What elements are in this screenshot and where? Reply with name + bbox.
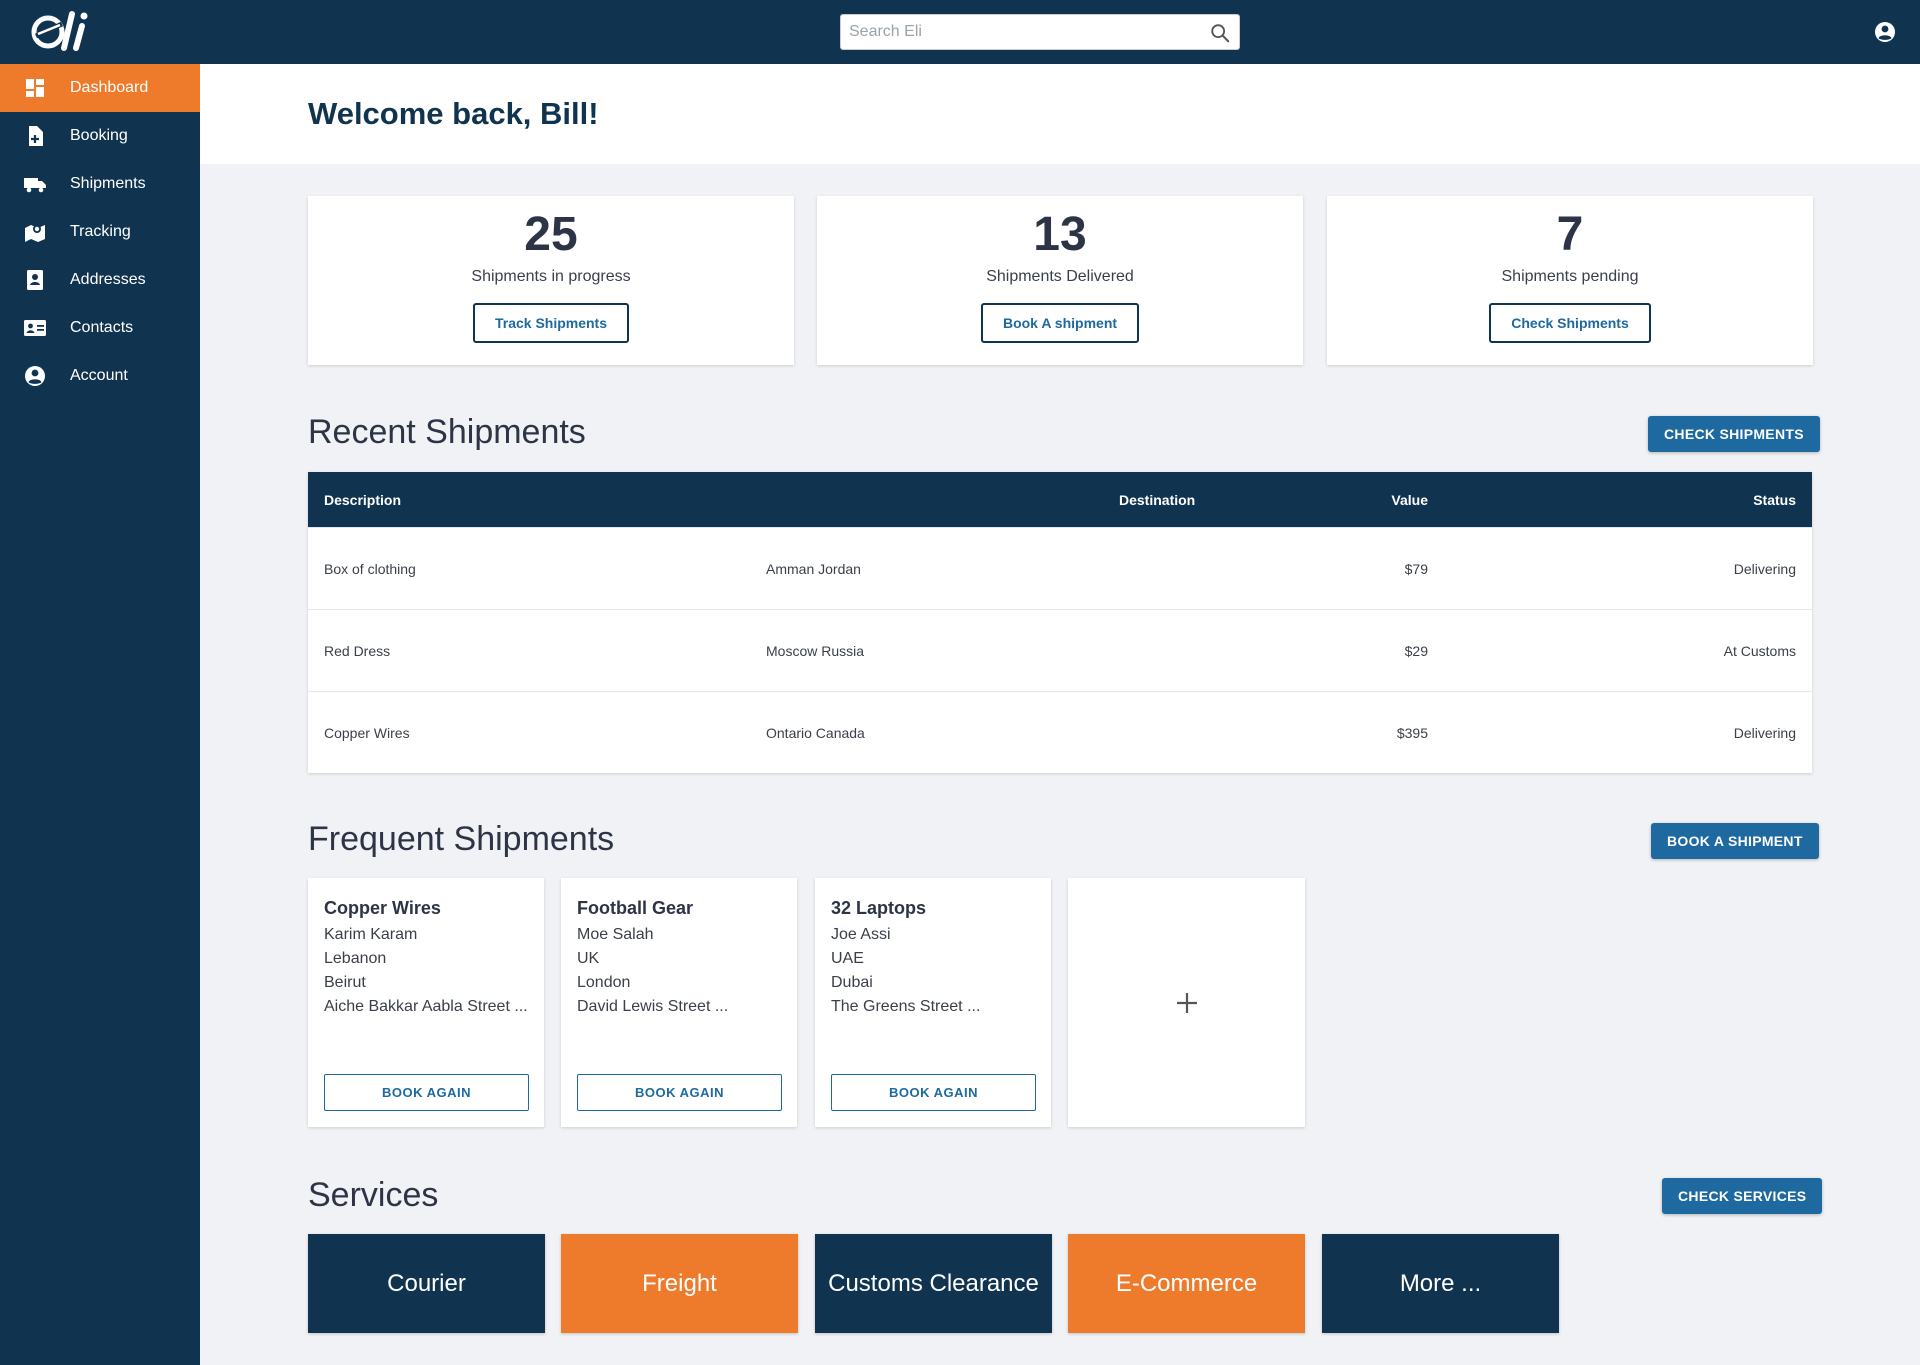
sidebar-item-shipments[interactable]: Shipments xyxy=(0,160,200,208)
column-header-value[interactable]: Value xyxy=(1391,492,1428,508)
frequent-shipment-card: 32 Laptops Joe Assi UAE Dubai The Greens… xyxy=(815,878,1051,1127)
recipient-country: UK xyxy=(577,950,600,967)
stat-number: 25 xyxy=(524,208,578,261)
frequent-shipment-card: Copper Wires Karim Karam Lebanon Beirut … xyxy=(308,878,544,1127)
recipient-name: Karim Karam xyxy=(324,926,418,943)
recipient-street: David Lewis Street ... xyxy=(577,998,729,1015)
sidebar-item-label: Contacts xyxy=(70,319,134,336)
stat-card-pending: 7 Shipments pending Check Shipments xyxy=(1327,196,1813,365)
recipient-city: Beirut xyxy=(324,974,366,991)
recipient-country: Lebanon xyxy=(324,950,387,967)
table-row[interactable]: Red Dress Moscow Russia $29 At Customs xyxy=(308,609,1812,691)
add-document-icon xyxy=(0,124,70,148)
cell-description: Copper Wires xyxy=(324,724,410,741)
recent-shipments-table: Description Destination Value Status Box… xyxy=(308,472,1812,773)
page-title: Welcome back, Bill! xyxy=(308,96,599,131)
table-row[interactable]: Box of clothing Amman Jordan $79 Deliver… xyxy=(308,527,1812,609)
truck-icon xyxy=(0,172,70,196)
cell-destination: Amman Jordan xyxy=(766,560,861,577)
book-again-button[interactable]: BOOK AGAIN xyxy=(831,1074,1036,1111)
cell-description: Red Dress xyxy=(324,642,391,659)
search-input[interactable] xyxy=(841,15,1191,49)
recipient-street: The Greens Street ... xyxy=(831,998,981,1015)
sidebar-item-label: Shipments xyxy=(70,175,146,192)
sidebar-item-addresses[interactable]: Addresses xyxy=(0,256,200,304)
book-shipment-button[interactable]: Book A shipment xyxy=(980,303,1140,344)
sidebar-item-label: Booking xyxy=(70,127,128,144)
sidebar-item-label: Dashboard xyxy=(70,79,149,96)
frequent-shipments-title: Frequent Shipments xyxy=(308,820,615,858)
sidebar-item-dashboard[interactable]: Dashboard xyxy=(0,64,200,112)
contact-card-icon xyxy=(0,316,70,340)
account-circle-icon xyxy=(0,364,70,388)
column-header-destination[interactable]: Destination xyxy=(1119,492,1195,508)
cell-value: $29 xyxy=(1404,642,1428,659)
check-services-button[interactable]: CHECK SERVICES xyxy=(1662,1178,1823,1214)
recipient-country: UAE xyxy=(831,950,864,967)
cell-description: Box of clothing xyxy=(324,560,416,577)
recipient-city: Dubai xyxy=(831,974,873,991)
sidebar-item-contacts[interactable]: Contacts xyxy=(0,304,200,352)
book-again-button[interactable]: BOOK AGAIN xyxy=(324,1074,529,1111)
stat-number: 13 xyxy=(1033,208,1087,261)
cell-destination: Moscow Russia xyxy=(766,642,865,659)
address-book-icon xyxy=(0,268,70,292)
cell-status: At Customs xyxy=(1723,642,1796,659)
book-again-button[interactable]: BOOK AGAIN xyxy=(577,1074,782,1111)
table-header: Description Destination Value Status xyxy=(308,472,1812,527)
recipient-street: Aiche Bakkar Aabla Street ... xyxy=(324,998,528,1015)
card-title: 32 Laptops xyxy=(831,898,927,918)
service-tile-customs-clearance[interactable]: Customs Clearance xyxy=(815,1234,1052,1333)
account-circle-icon[interactable] xyxy=(1873,20,1897,44)
sidebar-item-account[interactable]: Account xyxy=(0,352,200,400)
search-icon[interactable] xyxy=(1209,22,1231,44)
sidebar-item-booking[interactable]: Booking xyxy=(0,112,200,160)
check-shipments-header-button[interactable]: CHECK SHIPMENTS xyxy=(1648,416,1820,452)
service-tile-freight[interactable]: Freight xyxy=(561,1234,798,1333)
cell-destination: Ontario Canada xyxy=(766,724,865,741)
stat-card-in-progress: 25 Shipments in progress Track Shipments xyxy=(308,196,794,365)
cell-value: $79 xyxy=(1404,560,1428,577)
top-bar xyxy=(0,0,1920,64)
cell-status: Delivering xyxy=(1733,724,1796,741)
add-frequent-shipment-card[interactable] xyxy=(1068,878,1305,1127)
stat-number: 7 xyxy=(1556,208,1584,261)
stat-label: Shipments Delivered xyxy=(986,268,1134,286)
cell-status: Delivering xyxy=(1733,560,1796,577)
sidebar-item-label: Account xyxy=(70,367,128,384)
check-shipments-button[interactable]: Check Shipments xyxy=(1489,303,1651,344)
book-a-shipment-button[interactable]: BOOK A SHIPMENT xyxy=(1651,823,1819,859)
recent-shipments-title: Recent Shipments xyxy=(308,413,586,451)
table-row[interactable]: Copper Wires Ontario Canada $395 Deliver… xyxy=(308,691,1812,773)
eli-logo[interactable] xyxy=(30,6,120,56)
map-pin-icon xyxy=(0,220,70,244)
dashboard-icon xyxy=(0,76,70,100)
column-header-status[interactable]: Status xyxy=(1753,492,1796,508)
search-box xyxy=(840,14,1240,50)
sidebar-item-label: Tracking xyxy=(70,223,131,240)
stat-label: Shipments pending xyxy=(1501,268,1639,286)
cell-value: $395 xyxy=(1396,724,1428,741)
column-header-description[interactable]: Description xyxy=(324,492,401,508)
recipient-name: Moe Salah xyxy=(577,926,654,943)
stat-card-delivered: 13 Shipments Delivered Book A shipment xyxy=(817,196,1303,365)
recipient-name: Joe Assi xyxy=(831,926,891,943)
track-shipments-button[interactable]: Track Shipments xyxy=(472,303,630,344)
sidebar-item-label: Addresses xyxy=(70,271,146,288)
services-title: Services xyxy=(308,1176,439,1214)
service-tile-courier[interactable]: Courier xyxy=(308,1234,545,1333)
recipient-city: London xyxy=(577,974,631,991)
card-title: Copper Wires xyxy=(324,898,441,918)
stat-label: Shipments in progress xyxy=(471,268,631,286)
sidebar: Dashboard Booking Shipments Tracking Add… xyxy=(0,64,200,1365)
card-title: Football Gear xyxy=(577,898,694,918)
plus-icon xyxy=(1177,993,1197,1013)
frequent-shipment-card: Football Gear Moe Salah UK London David … xyxy=(561,878,797,1127)
service-tile-more[interactable]: More ... xyxy=(1322,1234,1559,1333)
service-tile-e-commerce[interactable]: E-Commerce xyxy=(1068,1234,1305,1333)
sidebar-item-tracking[interactable]: Tracking xyxy=(0,208,200,256)
